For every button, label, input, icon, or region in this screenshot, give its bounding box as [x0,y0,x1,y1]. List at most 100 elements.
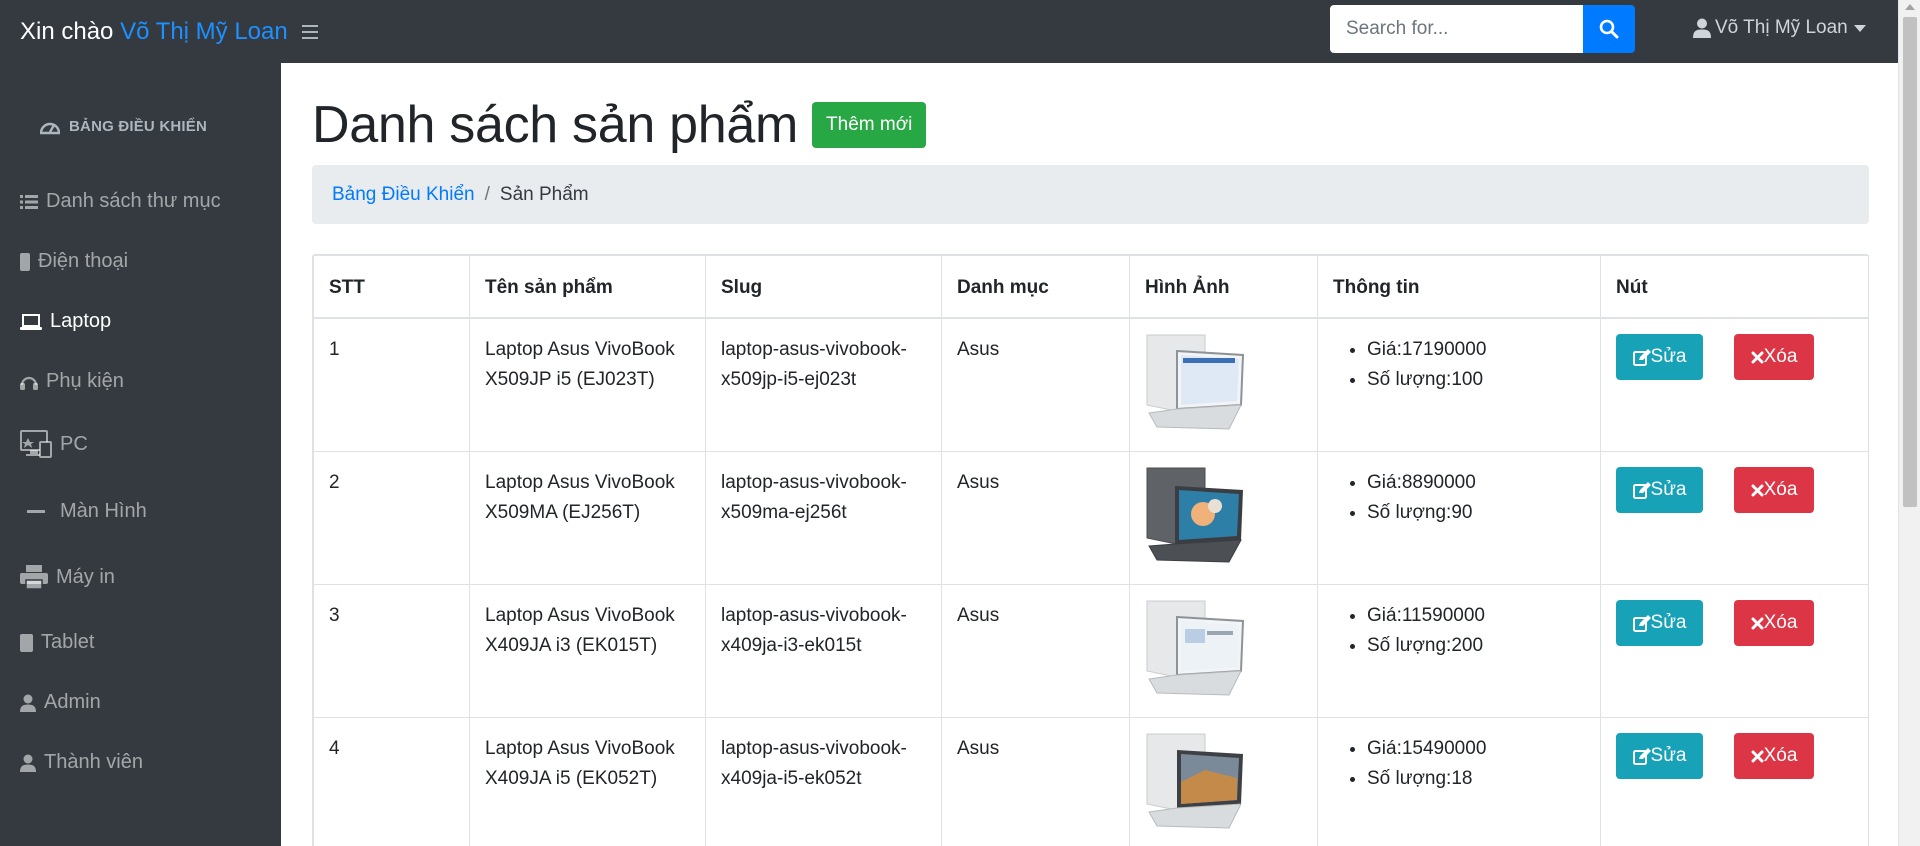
search-icon [1599,19,1619,39]
sidebar-item-phu-kien[interactable]: Phụ kiện [20,370,124,393]
cell-actions: Sửa Xóa [1600,451,1869,585]
cell-category: Asus [941,584,1130,718]
edit-button[interactable]: Sửa [1616,600,1703,646]
search-input[interactable] [1330,5,1583,53]
sidebar-item-label: Danh sách thư mục [46,190,221,212]
table-row: 4 Laptop Asus VivoBook X409JA i5 (EK052T… [313,717,1869,846]
edit-label: Sửa [1650,479,1687,500]
delete-button[interactable]: Xóa [1734,733,1814,779]
close-icon [1751,351,1764,363]
sidebar-item-label: Laptop [50,310,112,332]
sidebar-item-label: Admin [44,691,101,713]
edit-button[interactable]: Sửa [1616,733,1703,779]
cell-product-name: Laptop Asus VivoBook X509MA (EJ256T) [469,451,706,585]
cell-slug: laptop-asus-vivobook-x509ma-ej256t [705,451,942,585]
table-row: 1 Laptop Asus VivoBook X509JP i5 (EJ023T… [313,317,1869,452]
table-row: 2 Laptop Asus VivoBook X509MA (EJ256T) l… [313,451,1869,585]
cell-info: Giá:11590000 Số lượng:200 [1317,584,1601,718]
edit-icon [1632,747,1651,765]
delete-label: Xóa [1763,612,1798,633]
cell-image [1129,717,1318,846]
column-header-name: Tên sản phẩm [469,255,706,319]
tablet-icon [20,633,33,652]
user-icon [20,754,36,772]
sidebar-item-label: Tablet [41,631,95,653]
edit-label: Sửa [1650,612,1687,633]
close-icon [1751,484,1764,496]
chevron-down-icon [1853,24,1866,32]
sidebar-toggle-icon[interactable] [301,24,318,39]
add-new-button[interactable]: Thêm mới [812,102,927,148]
scroll-up-arrow-icon[interactable] [1905,4,1915,10]
sidebar-item-label: Phụ kiện [46,370,124,392]
sidebar: BẢNG ĐIỀU KHIỂN Danh sách thư mục Điện t… [0,63,281,846]
dashboard-icon [40,122,60,134]
delete-button[interactable]: Xóa [1734,334,1814,380]
cell-actions: Sửa Xóa [1600,717,1869,846]
column-header-slug: Slug [705,255,942,319]
close-icon [1751,750,1764,762]
product-image [1145,599,1245,699]
cell-category: Asus [941,317,1130,452]
cell-product-name: Laptop Asus VivoBook X409JA i3 (EK015T) [469,584,706,718]
delete-label: Xóa [1763,346,1798,367]
quantity-text: Số lượng:90 [1367,498,1585,528]
cell-info: Giá:17190000 Số lượng:100 [1317,317,1601,452]
cell-category: Asus [941,717,1130,846]
sidebar-item-pc[interactable]: PC [20,430,88,458]
breadcrumb: Bảng Điều Khiển / Sản Phẩm [312,165,1869,224]
edit-button[interactable]: Sửa [1616,467,1703,513]
delete-button[interactable]: Xóa [1734,600,1814,646]
sidebar-item-man-hinh[interactable]: Màn Hình [20,500,147,523]
user-icon [1693,18,1711,38]
navbar-brand[interactable]: Xin chào Võ Thị Mỹ Loan [20,18,288,46]
sidebar-item-tablet[interactable]: Tablet [20,631,94,654]
page-title: Danh sách sản phẩm [312,96,799,154]
search-form [1330,5,1635,53]
page-scrollbar[interactable] [1898,0,1920,846]
printer-icon [20,565,48,589]
edit-icon [1632,614,1651,632]
mobile-icon [20,252,30,271]
cell-slug: laptop-asus-vivobook-x409ja-i5-ek052t [705,717,942,846]
search-button[interactable] [1583,5,1635,53]
sidebar-heading[interactable]: BẢNG ĐIỀU KHIỂN [40,118,207,135]
column-header-category: Danh mục [941,255,1130,319]
price-text: Giá:17190000 [1367,335,1585,365]
sidebar-item-danh-sach-thu-muc[interactable]: Danh sách thư mục [20,190,221,213]
quantity-text: Số lượng:100 [1367,365,1585,395]
column-header-stt: STT [313,255,470,319]
delete-button[interactable]: Xóa [1734,467,1814,513]
cell-info: Giá:15490000 Số lượng:18 [1317,717,1601,846]
edit-label: Sửa [1650,346,1687,367]
product-image [1145,732,1245,832]
cell-actions: Sửa Xóa [1600,317,1869,452]
title-row: Danh sách sản phẩm Thêm mới [312,95,927,155]
column-header-image: Hình Ảnh [1129,255,1318,319]
sidebar-item-laptop[interactable]: Laptop [20,310,111,333]
top-navbar: Xin chào Võ Thị Mỹ Loan Võ Thị Mỹ Loan [0,0,1898,63]
breadcrumb-home-link[interactable]: Bảng Điều Khiển [332,184,475,206]
scrollbar-thumb[interactable] [1903,17,1917,507]
greeting-user-name: Võ Thị Mỹ Loan [120,17,288,45]
sidebar-item-label: Điện thoại [38,250,129,272]
breadcrumb-separator: / [484,183,490,205]
quantity-text: Số lượng:200 [1367,631,1585,661]
cell-stt: 3 [313,584,470,718]
sidebar-item-may-in[interactable]: Máy in [20,565,115,589]
user-dropdown[interactable]: Võ Thị Mỹ Loan [1693,17,1866,39]
cell-image [1129,317,1318,452]
sidebar-item-dien-thoai[interactable]: Điện thoại [20,250,128,273]
edit-button[interactable]: Sửa [1616,334,1703,380]
cell-category: Asus [941,451,1130,585]
table-row: 3 Laptop Asus VivoBook X409JA i3 (EK015T… [313,584,1869,718]
cell-stt: 1 [313,317,470,452]
table-header-row: STT Tên sản phẩm Slug Danh mục Hình Ảnh … [313,255,1869,319]
sidebar-item-label: Màn Hình [60,500,147,522]
sidebar-item-thanh-vien[interactable]: Thành viên [20,751,143,774]
edit-label: Sửa [1650,745,1687,766]
cell-slug: laptop-asus-vivobook-x509jp-i5-ej023t [705,317,942,452]
sidebar-item-admin[interactable]: Admin [20,691,101,714]
edit-icon [1632,348,1651,366]
column-header-info: Thông tin [1317,255,1601,319]
